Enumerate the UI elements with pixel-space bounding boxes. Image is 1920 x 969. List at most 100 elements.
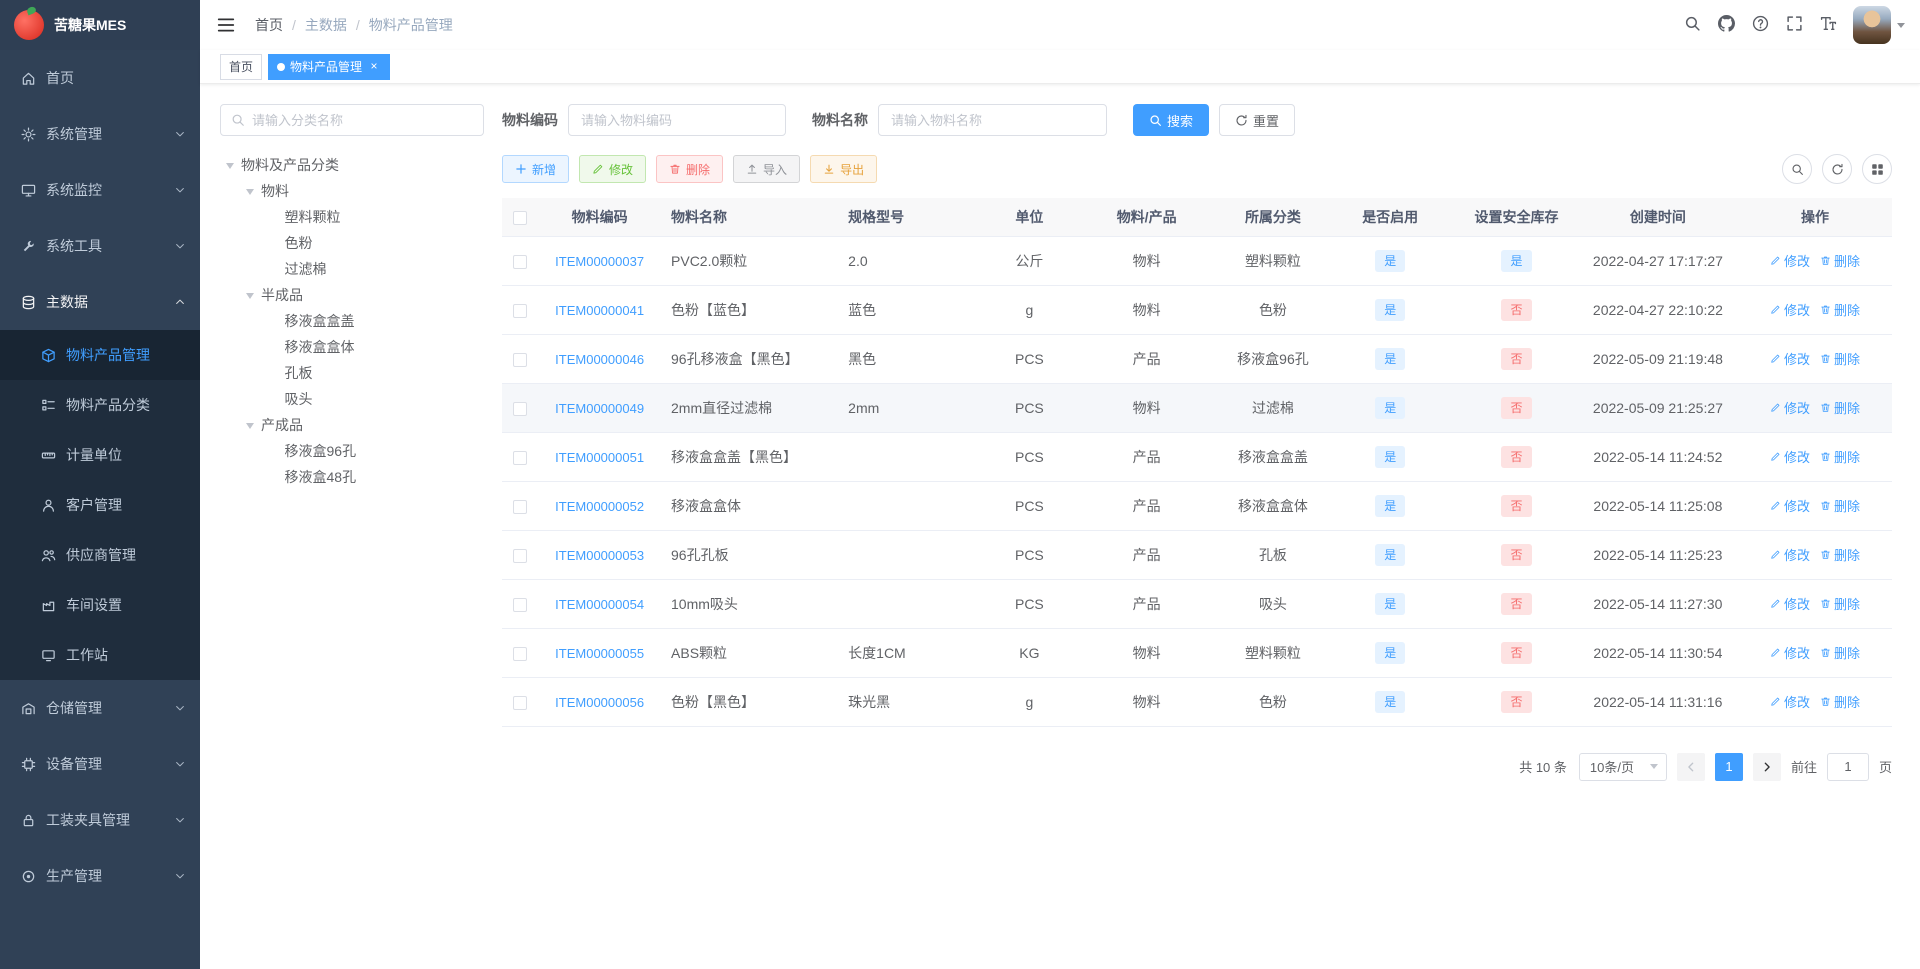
- sidebar-item-database[interactable]: 主数据: [0, 274, 200, 330]
- tree-node[interactable]: 移液盒盒体: [220, 334, 484, 360]
- column-header-enabled[interactable]: 是否启用: [1325, 198, 1456, 237]
- row-delete-link[interactable]: 删除: [1820, 398, 1860, 417]
- sidebar-item-warehouse[interactable]: 仓储管理: [0, 680, 200, 736]
- sidebar-item-gear[interactable]: 系统管理: [0, 106, 200, 162]
- caret-down-icon[interactable]: [246, 422, 254, 433]
- column-header-created[interactable]: 创建时间: [1577, 198, 1738, 237]
- row-delete-link[interactable]: 删除: [1820, 643, 1860, 662]
- tree-node[interactable]: 移液盒盒盖: [220, 308, 484, 334]
- column-header-name[interactable]: 物料名称: [661, 198, 839, 237]
- tree-node[interactable]: 色粉: [220, 230, 484, 256]
- item-code-link[interactable]: ITEM00000037: [555, 254, 644, 269]
- prev-page-button[interactable]: [1676, 752, 1705, 781]
- breadcrumb-item-home[interactable]: 首页: [255, 15, 283, 35]
- sidebar-item-home[interactable]: 首页: [0, 50, 200, 106]
- row-delete-link[interactable]: 删除: [1820, 251, 1860, 270]
- refresh-tool-button[interactable]: [1822, 154, 1852, 184]
- row-checkbox[interactable]: [513, 548, 528, 563]
- material-name-input[interactable]: [878, 104, 1107, 136]
- caret-down-icon[interactable]: [246, 188, 254, 199]
- item-code-link[interactable]: ITEM00000041: [555, 303, 644, 318]
- row-delete-link[interactable]: 删除: [1820, 496, 1860, 515]
- item-code-link[interactable]: ITEM00000051: [555, 450, 644, 465]
- item-code-link[interactable]: ITEM00000056: [555, 695, 644, 710]
- item-code-link[interactable]: ITEM00000046: [555, 352, 644, 367]
- row-edit-link[interactable]: 修改: [1770, 643, 1810, 662]
- breadcrumb-item-masterdata[interactable]: 主数据: [305, 15, 347, 35]
- user-menu[interactable]: [1853, 6, 1905, 44]
- sidebar-item-category[interactable]: 物料产品分类: [0, 380, 200, 430]
- row-edit-link[interactable]: 修改: [1770, 545, 1810, 564]
- sidebar-item-monitor[interactable]: 系统监控: [0, 162, 200, 218]
- tree-node[interactable]: 产成品: [220, 412, 484, 438]
- column-header-type[interactable]: 物料/产品: [1072, 198, 1221, 237]
- sidebar-item-customer[interactable]: 客户管理: [0, 480, 200, 530]
- search-button[interactable]: 搜索: [1133, 104, 1210, 136]
- row-checkbox[interactable]: [513, 254, 528, 269]
- fontsize-button[interactable]: [1811, 8, 1845, 42]
- sidebar-item-material[interactable]: 物料产品管理: [0, 330, 200, 380]
- row-delete-link[interactable]: 删除: [1820, 594, 1860, 613]
- row-edit-link[interactable]: 修改: [1770, 398, 1810, 417]
- item-code-link[interactable]: ITEM00000053: [555, 548, 644, 563]
- delete-button[interactable]: 删除: [656, 155, 724, 183]
- sidebar-item-production[interactable]: 生产管理: [0, 848, 200, 904]
- tree-node[interactable]: 过滤棉: [220, 256, 484, 282]
- row-checkbox[interactable]: [513, 401, 528, 416]
- edit-button[interactable]: 修改: [579, 155, 647, 183]
- row-edit-link[interactable]: 修改: [1770, 692, 1810, 711]
- tree-node[interactable]: 物料及产品分类: [220, 152, 484, 178]
- tree-node[interactable]: 孔板: [220, 360, 484, 386]
- tab-material-management[interactable]: 物料产品管理 ×: [268, 53, 391, 80]
- row-checkbox[interactable]: [513, 695, 528, 710]
- plus-button[interactable]: 新增: [502, 155, 570, 183]
- row-checkbox[interactable]: [513, 352, 528, 367]
- sidebar-item-supplier[interactable]: 供应商管理: [0, 530, 200, 580]
- item-code-link[interactable]: ITEM00000054: [555, 597, 644, 612]
- item-code-link[interactable]: ITEM00000049: [555, 401, 644, 416]
- material-code-input[interactable]: [568, 104, 786, 136]
- row-edit-link[interactable]: 修改: [1770, 447, 1810, 466]
- column-header-safety[interactable]: 设置安全库存: [1455, 198, 1578, 237]
- sidebar-item-fixture[interactable]: 工装夹具管理: [0, 792, 200, 848]
- row-checkbox[interactable]: [513, 303, 528, 318]
- column-header-actions[interactable]: 操作: [1737, 198, 1892, 237]
- help-button[interactable]: [1743, 8, 1777, 42]
- tree-node[interactable]: 塑料颗粒: [220, 204, 484, 230]
- page-size-select[interactable]: 10条/页: [1578, 752, 1667, 781]
- item-code-link[interactable]: ITEM00000055: [555, 646, 644, 661]
- item-code-link[interactable]: ITEM00000052: [555, 499, 644, 514]
- row-edit-link[interactable]: 修改: [1770, 349, 1810, 368]
- tree-node[interactable]: 移液盒96孔: [220, 438, 484, 464]
- row-edit-link[interactable]: 修改: [1770, 594, 1810, 613]
- row-delete-link[interactable]: 删除: [1820, 447, 1860, 466]
- sidebar-item-tools[interactable]: 系统工具: [0, 218, 200, 274]
- search-tool-button[interactable]: [1782, 154, 1812, 184]
- upload-button[interactable]: 导入: [733, 155, 801, 183]
- column-header-category[interactable]: 所属分类: [1220, 198, 1326, 237]
- row-delete-link[interactable]: 删除: [1820, 545, 1860, 564]
- column-header-code[interactable]: 物料编码: [538, 198, 662, 237]
- sidebar-item-workshop[interactable]: 车间设置: [0, 580, 200, 630]
- select-all-checkbox[interactable]: [513, 210, 528, 225]
- row-checkbox[interactable]: [513, 646, 528, 661]
- tree-node[interactable]: 半成品: [220, 282, 484, 308]
- reset-button[interactable]: 重置: [1219, 104, 1296, 136]
- download-button[interactable]: 导出: [810, 155, 878, 183]
- row-checkbox[interactable]: [513, 597, 528, 612]
- grid-tool-button[interactable]: [1862, 154, 1892, 184]
- row-checkbox[interactable]: [513, 450, 528, 465]
- row-delete-link[interactable]: 删除: [1820, 349, 1860, 368]
- row-delete-link[interactable]: 删除: [1820, 692, 1860, 711]
- sidebar-item-workstation[interactable]: 工作站: [0, 630, 200, 680]
- fullscreen-button[interactable]: [1777, 8, 1811, 42]
- row-checkbox[interactable]: [513, 499, 528, 514]
- row-edit-link[interactable]: 修改: [1770, 496, 1810, 515]
- column-header-spec[interactable]: 规格型号: [838, 198, 987, 237]
- next-page-button[interactable]: [1752, 752, 1781, 781]
- search-button[interactable]: [1675, 8, 1709, 42]
- app-logo[interactable]: 苦糖果MES: [0, 0, 200, 50]
- hamburger-icon[interactable]: [215, 14, 237, 36]
- sidebar-item-device[interactable]: 设备管理: [0, 736, 200, 792]
- row-edit-link[interactable]: 修改: [1770, 300, 1810, 319]
